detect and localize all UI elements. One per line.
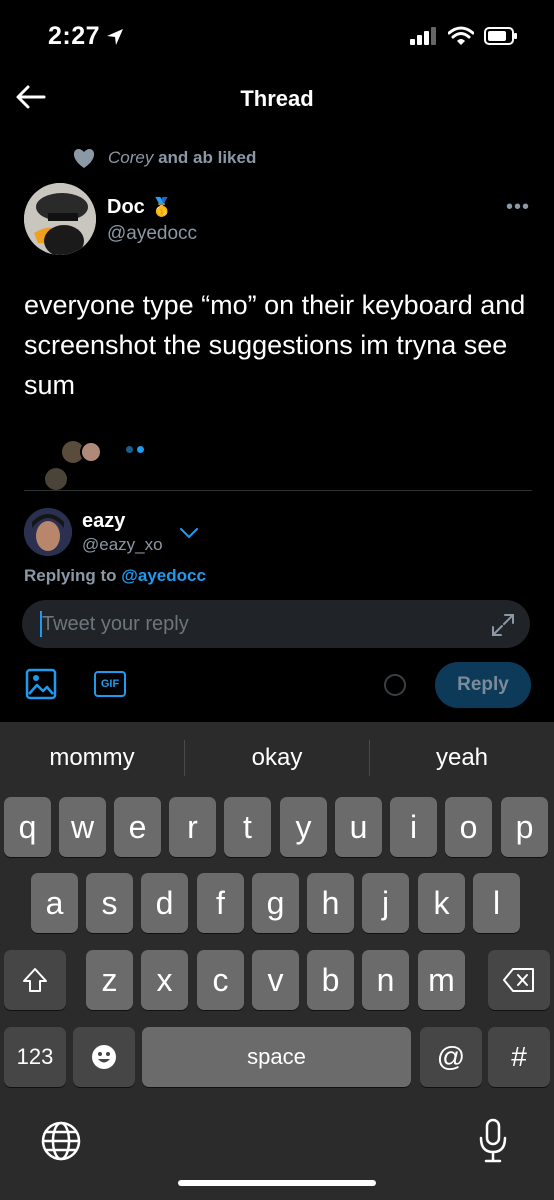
social-context: Corey and ab liked	[72, 147, 256, 169]
key-m[interactable]: m	[418, 950, 465, 1010]
status-icons	[410, 26, 518, 46]
key-p[interactable]: p	[501, 797, 548, 857]
key-f[interactable]: f	[197, 873, 244, 933]
reply-input-container[interactable]	[22, 600, 530, 648]
microphone-icon[interactable]	[476, 1118, 510, 1164]
suggestion-3[interactable]: yeah	[370, 728, 554, 788]
reply-input[interactable]	[41, 612, 478, 636]
more-options-icon[interactable]: •••	[506, 196, 530, 219]
emoji-key[interactable]	[73, 1027, 135, 1087]
key-w[interactable]: w	[59, 797, 106, 857]
delete-key[interactable]	[488, 950, 550, 1010]
author-handle[interactable]: @ayedocc	[107, 223, 197, 245]
key-c[interactable]: c	[197, 950, 244, 1010]
key-q[interactable]: q	[4, 797, 51, 857]
home-indicator[interactable]	[178, 1180, 376, 1186]
replying-to: Replying to @ayedocc	[24, 566, 206, 586]
reply-account-name: eazy	[82, 510, 126, 532]
hash-key[interactable]: #	[488, 1027, 550, 1087]
numbers-key[interactable]: 123	[4, 1027, 66, 1087]
key-b[interactable]: b	[307, 950, 354, 1010]
author-name[interactable]: Doc 🥇	[107, 196, 173, 219]
key-g[interactable]: g	[252, 873, 299, 933]
avatar[interactable]	[24, 183, 96, 255]
key-s[interactable]: s	[86, 873, 133, 933]
at-key[interactable]: @	[420, 1027, 482, 1087]
divider	[24, 490, 532, 491]
key-l[interactable]: l	[473, 873, 520, 933]
key-d[interactable]: d	[141, 873, 188, 933]
key-e[interactable]: e	[114, 797, 161, 857]
key-i[interactable]: i	[390, 797, 437, 857]
key-h[interactable]: h	[307, 873, 354, 933]
participant-avatar[interactable]	[45, 468, 67, 490]
author-name-label: Doc	[107, 196, 145, 218]
key-a[interactable]: a	[31, 873, 78, 933]
thread-dots-icon	[126, 446, 144, 453]
suggestion-1[interactable]: mommy	[0, 728, 184, 788]
image-icon[interactable]	[25, 668, 57, 700]
shift-icon	[23, 968, 47, 992]
expand-icon[interactable]	[490, 612, 516, 638]
emoji-icon	[92, 1045, 116, 1069]
space-key[interactable]: space	[142, 1027, 411, 1087]
reply-button[interactable]: Reply	[435, 662, 531, 708]
key-k[interactable]: k	[418, 873, 465, 933]
key-z[interactable]: z	[86, 950, 133, 1010]
key-v[interactable]: v	[252, 950, 299, 1010]
key-j[interactable]: j	[362, 873, 409, 933]
tweet-text: everyone type “mo” on their keyboard and…	[24, 290, 526, 400]
shift-key[interactable]	[4, 950, 66, 1010]
key-y[interactable]: y	[280, 797, 327, 857]
replying-to-handle[interactable]: @ayedocc	[121, 566, 206, 585]
avatar[interactable]	[24, 508, 72, 556]
character-count-icon	[384, 674, 406, 696]
suggestion-2[interactable]: okay	[185, 728, 369, 788]
globe-icon[interactable]	[40, 1120, 82, 1162]
chevron-down-icon[interactable]	[178, 525, 200, 541]
backspace-icon	[503, 968, 534, 992]
key-n[interactable]: n	[362, 950, 409, 1010]
key-t[interactable]: t	[224, 797, 271, 857]
time-label: 2:27	[48, 22, 101, 50]
page-title: Thread	[240, 86, 314, 111]
location-arrow-icon	[107, 28, 124, 45]
liked-text: Corey and ab liked	[108, 148, 257, 167]
heart-icon	[73, 149, 95, 168]
reply-account-handle: @eazy_xo	[82, 535, 163, 554]
cellular-signal-icon	[410, 27, 436, 45]
key-r[interactable]: r	[169, 797, 216, 857]
status-time: 2:27	[48, 22, 124, 51]
key-x[interactable]: x	[141, 950, 188, 1010]
participant-avatar[interactable]	[80, 441, 102, 463]
medal-icon: 🥇	[150, 197, 174, 217]
battery-icon	[484, 27, 517, 45]
gif-button[interactable]: GIF	[94, 671, 126, 697]
replying-prefix: Replying to	[24, 566, 117, 585]
wifi-icon	[448, 26, 474, 45]
key-u[interactable]: u	[335, 797, 382, 857]
key-o[interactable]: o	[445, 797, 492, 857]
